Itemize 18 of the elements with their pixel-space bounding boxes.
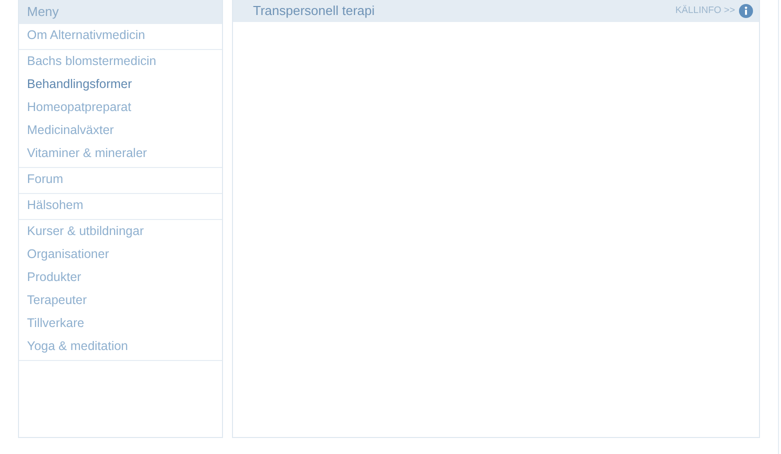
menu-item[interactable]: Om Alternativmedicin	[19, 25, 222, 48]
menu-item[interactable]: Homeopatpreparat	[19, 97, 222, 120]
menu-item[interactable]: Forum	[19, 169, 222, 192]
menu-item[interactable]: Medicinalväxter	[19, 120, 222, 143]
menu-item[interactable]: Vitaminer & mineraler	[19, 143, 222, 166]
menu-item[interactable]: Hälsohem	[19, 195, 222, 218]
menu-item[interactable]: Terapeuter	[19, 290, 222, 313]
menu-item[interactable]: Tillverkare	[19, 313, 222, 336]
menu-item[interactable]: Bachs blomstermedicin	[19, 51, 222, 74]
menu-item[interactable]: Behandlingsformer	[19, 74, 222, 97]
menu-item[interactable]: Kurser & utbildningar	[19, 221, 222, 244]
menu-item[interactable]: Produkter	[19, 267, 222, 290]
menu-item[interactable]: Yoga & meditation	[19, 336, 222, 359]
page-title: Transpersonell terapi	[253, 2, 376, 20]
info-icon[interactable]	[739, 4, 753, 18]
menu-header: Meny	[19, 0, 222, 24]
source-info-link[interactable]: KÄLLINFO >>	[675, 4, 735, 18]
menu-item[interactable]: Organisationer	[19, 244, 222, 267]
